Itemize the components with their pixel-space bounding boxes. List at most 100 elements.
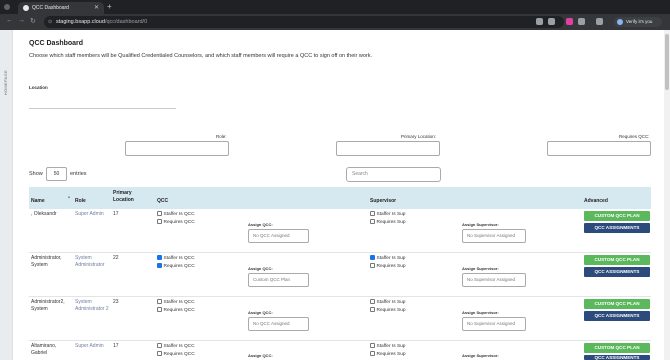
staffer-is-sup-checkbox[interactable]: Staffer Is Sup [370,343,405,350]
requires-sup-checkbox[interactable]: Requires Sup [370,351,406,358]
profile-button[interactable]: Verify it's you [614,17,662,27]
row-role[interactable]: Super Admin [75,343,111,350]
checkbox-box[interactable] [370,255,375,260]
requires-qcc-label: Requires QCC [163,352,195,357]
assign-qcc-select[interactable]: No QCC Assigned [248,317,309,331]
window-control-icon[interactable] [4,4,10,10]
row-role[interactable]: System Administrator 2 [75,299,111,313]
site-info-icon[interactable]: ⊙ [48,16,52,28]
assign-supervisor-label: Assign Supervisor: [462,310,499,315]
show-label: Show [29,171,43,177]
requires-sup-checkbox[interactable]: Requires Sup [370,263,406,270]
staffer-is-sup-checkbox[interactable]: Staffer Is Sup [370,299,405,306]
page-subtitle: Choose which staff members will be Quali… [29,53,372,59]
assign-qcc-select[interactable]: Custom QCC Plan [248,273,309,287]
extension-icon[interactable] [566,18,573,25]
checkbox-box[interactable] [157,351,162,356]
checkbox-box[interactable] [370,219,375,224]
collapsed-sidebar[interactable]: HOMEPAGE [0,30,13,360]
role-filter-select[interactable] [125,141,229,156]
requires-qcc-filter-select[interactable] [547,141,651,156]
table-row [29,253,651,297]
side-panel-icon[interactable] [596,18,603,25]
browser-tab[interactable]: QCC Dashboard ✕ [18,2,104,14]
requires-sup-label: Requires Sup [376,264,406,269]
requires-sup-checkbox[interactable]: Requires Sup [370,307,406,314]
page-size-select[interactable]: 50 [46,167,67,181]
custom-qcc-plan-button[interactable]: CUSTOM QCC PLAN [584,255,650,265]
checkbox-box[interactable] [157,255,162,260]
staffer-is-qcc-checkbox[interactable]: Staffer Is QCC [157,343,195,350]
assign-supervisor-label: Assign Supervisor: [462,266,499,271]
requires-qcc-checkbox[interactable]: Requires QCC [157,219,195,226]
assign-qcc-select[interactable]: No QCC Assigned [248,229,309,243]
sort-ascending-icon[interactable]: ▲ [67,194,71,199]
primary-location-filter-select[interactable] [336,141,440,156]
requires-qcc-checkbox[interactable]: Requires QCC [157,351,195,358]
page-title: QCC Dashboard [29,40,84,47]
column-header-supervisor[interactable]: Supervisor [370,198,396,204]
qcc-assignments-button[interactable]: QCC ASSIGNMENTS [584,267,650,277]
checkbox-box[interactable] [157,211,162,216]
zoom-icon[interactable] [536,18,543,25]
row-name: Administrator2, System [31,299,65,312]
checkbox-box[interactable] [370,351,375,356]
browser-toolbar: ← → ↻ ⊙ staging.bsapp.cloud/qcc/dashboar… [0,14,670,30]
column-header-role[interactable]: Role [75,198,86,204]
column-header-advanced[interactable]: Advanced [584,198,608,204]
row-location: 22 [113,255,119,261]
row-name: Administrator, System [31,255,62,268]
avatar [617,19,623,25]
role-filter-label: Role: [216,134,227,139]
row-role[interactable]: System Administrator [75,255,111,269]
scrollbar-thumb[interactable] [665,34,669,90]
custom-qcc-plan-button[interactable]: CUSTOM QCC PLAN [584,343,650,353]
assign-supervisor-select[interactable]: No Supervisor Assigned [462,273,526,287]
assign-supervisor-select[interactable]: No Supervisor Assigned [462,317,526,331]
staffer-is-sup-checkbox[interactable]: Staffer Is Sup [370,211,405,218]
staffer-is-sup-label: Staffer Is Sup [376,300,406,305]
custom-qcc-plan-button[interactable]: CUSTOM QCC PLAN [584,299,650,309]
column-header-qcc[interactable]: QCC [157,198,168,204]
back-icon[interactable]: ← [6,17,13,24]
staffer-is-sup-checkbox[interactable]: Staffer Is Sup [370,255,405,262]
address-bar[interactable]: ⊙ staging.bsapp.cloud/qcc/dashboard/0 [44,16,564,28]
page-scrollbar[interactable] [664,30,670,360]
qcc-assignments-button[interactable]: QCC ASSIGNMENTS [584,355,650,360]
requires-qcc-checkbox[interactable]: Requires QCC [157,307,195,314]
row-location: 17 [113,211,119,217]
checkbox-box[interactable] [157,219,162,224]
checkbox-box[interactable] [370,211,375,216]
checkbox-box[interactable] [157,263,162,268]
bookmark-star-icon[interactable] [548,18,555,25]
column-header-name[interactable]: Name [31,198,45,204]
checkbox-box[interactable] [370,343,375,348]
qcc-assignments-button[interactable]: QCC ASSIGNMENTS [584,223,650,233]
checkbox-box[interactable] [370,299,375,304]
assign-qcc-label: Assign QCC: [248,310,273,315]
new-tab-icon[interactable]: + [107,2,112,11]
extensions-puzzle-icon[interactable] [578,18,585,25]
requires-sup-checkbox[interactable]: Requires Sup [370,219,406,226]
staffer-is-qcc-checkbox[interactable]: Staffer Is QCC [157,299,195,306]
staffer-is-qcc-checkbox[interactable]: Staffer Is QCC [157,255,195,262]
qcc-assignments-button[interactable]: QCC ASSIGNMENTS [584,311,650,321]
requires-qcc-checkbox[interactable]: Requires QCC [157,263,195,270]
checkbox-box[interactable] [370,263,375,268]
search-input[interactable]: Search [346,167,441,182]
forward-icon[interactable]: → [18,17,25,24]
checkbox-box[interactable] [157,307,162,312]
custom-qcc-plan-button[interactable]: CUSTOM QCC PLAN [584,211,650,221]
checkbox-box[interactable] [370,307,375,312]
entries-label: entries [70,171,87,177]
assign-supervisor-select[interactable]: No Supervisor Assigned [462,229,526,243]
staffer-is-qcc-checkbox[interactable]: Staffer Is QCC [157,211,195,218]
checkbox-box[interactable] [157,299,162,304]
location-label: Location [29,85,48,90]
row-role[interactable]: Super Admin [75,211,111,218]
close-tab-icon[interactable]: ✕ [94,2,99,14]
checkbox-box[interactable] [157,343,162,348]
column-header-primary-location[interactable]: Primary Location [113,190,143,204]
reload-icon[interactable]: ↻ [30,17,36,25]
location-input[interactable] [29,108,176,109]
